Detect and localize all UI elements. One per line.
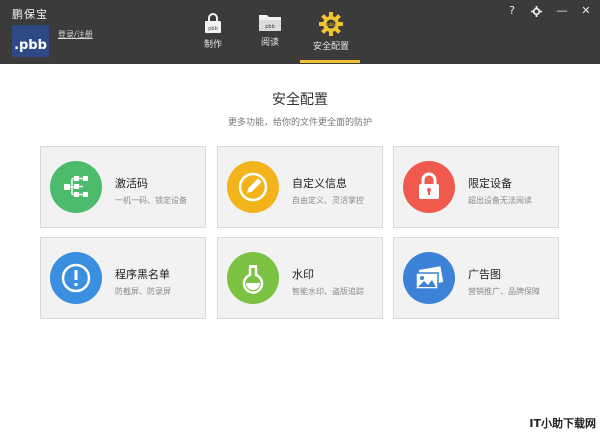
card-description: 超出设备无法阅读 [468,196,532,205]
card-watermark[interactable]: 水印 智能水印、盗版追踪 [217,237,383,319]
card-title: 限定设备 [468,177,512,190]
custom-info-circle [227,161,279,213]
program-blacklist-circle [50,252,102,304]
card-activation-code[interactable]: 激活码 一机一码、锁定设备 [40,146,206,228]
device-limit-circle [403,161,455,213]
help-button[interactable]: ? [505,4,519,17]
lock-file-icon: pbb [205,13,221,33]
app-logo: .pbb [12,25,49,57]
tab-read-label: 阅读 [260,38,279,48]
tab-make[interactable]: pbb 制作 [195,6,231,62]
login-register-link[interactable]: 登录/注册 [58,29,93,40]
active-tab-indicator [300,60,360,63]
gear-icon [530,6,542,17]
title-bar: 鹏保宝 .pbb 登录/注册 pbb 制作 pbb 阅读 pbb 安全配置 ? … [0,0,600,64]
card-title: 程序黑名单 [115,268,170,281]
tab-make-label: 制作 [203,40,222,50]
card-description: 营销推广、品牌保障 [468,287,540,296]
page-subtitle: 更多功能，给你的文件更全面的防护 [227,118,372,128]
card-ad-image[interactable]: 广告图 营销推广、品牌保障 [393,237,559,319]
card-device-limit[interactable]: 限定设备 超出设备无法阅读 [393,146,559,228]
card-custom-info[interactable]: 自定义信息 自由定义、灵活掌控 [217,146,383,228]
tab-security-config-label: 安全配置 [312,42,349,52]
card-title: 激活码 [115,177,148,190]
svg-text:pbb: pbb [208,26,218,32]
card-description: 智能水印、盗版追踪 [292,287,364,296]
card-program-blacklist[interactable]: 程序黑名单 防截屏、防录屏 [40,237,206,319]
card-title: 广告图 [468,268,501,281]
minimize-button[interactable]: — [555,4,569,17]
alert-icon [61,263,91,293]
card-description: 防截屏、防录屏 [115,287,171,296]
image-icon [415,266,444,290]
pencil-icon [238,172,268,202]
card-title: 自定义信息 [292,177,347,190]
gear-icon: pbb [319,12,343,36]
close-button[interactable]: ✕ [579,4,593,17]
card-title: 水印 [292,268,314,281]
svg-text:pbb: pbb [265,24,275,30]
svg-text:pbb: pbb [327,22,335,27]
site-watermark: IT小助下载网 [529,417,596,430]
card-description: 自由定义、灵活掌控 [292,196,364,205]
logo-text: .pbb [14,38,47,53]
page-title: 安全配置 [272,92,328,108]
padlock-icon [419,172,439,199]
tab-security-config[interactable]: pbb 安全配置 [306,6,356,62]
card-description: 一机一码、锁定设备 [115,196,187,205]
tab-read[interactable]: pbb 阅读 [252,6,288,62]
network-icon [64,176,88,197]
ad-image-circle [403,252,455,304]
activation-code-circle [50,161,102,213]
watermark-circle [227,252,279,304]
app-title: 鹏保宝 [12,8,48,21]
settings-button[interactable] [529,4,543,20]
folder-icon: pbb [259,15,281,31]
flask-icon [242,265,264,294]
